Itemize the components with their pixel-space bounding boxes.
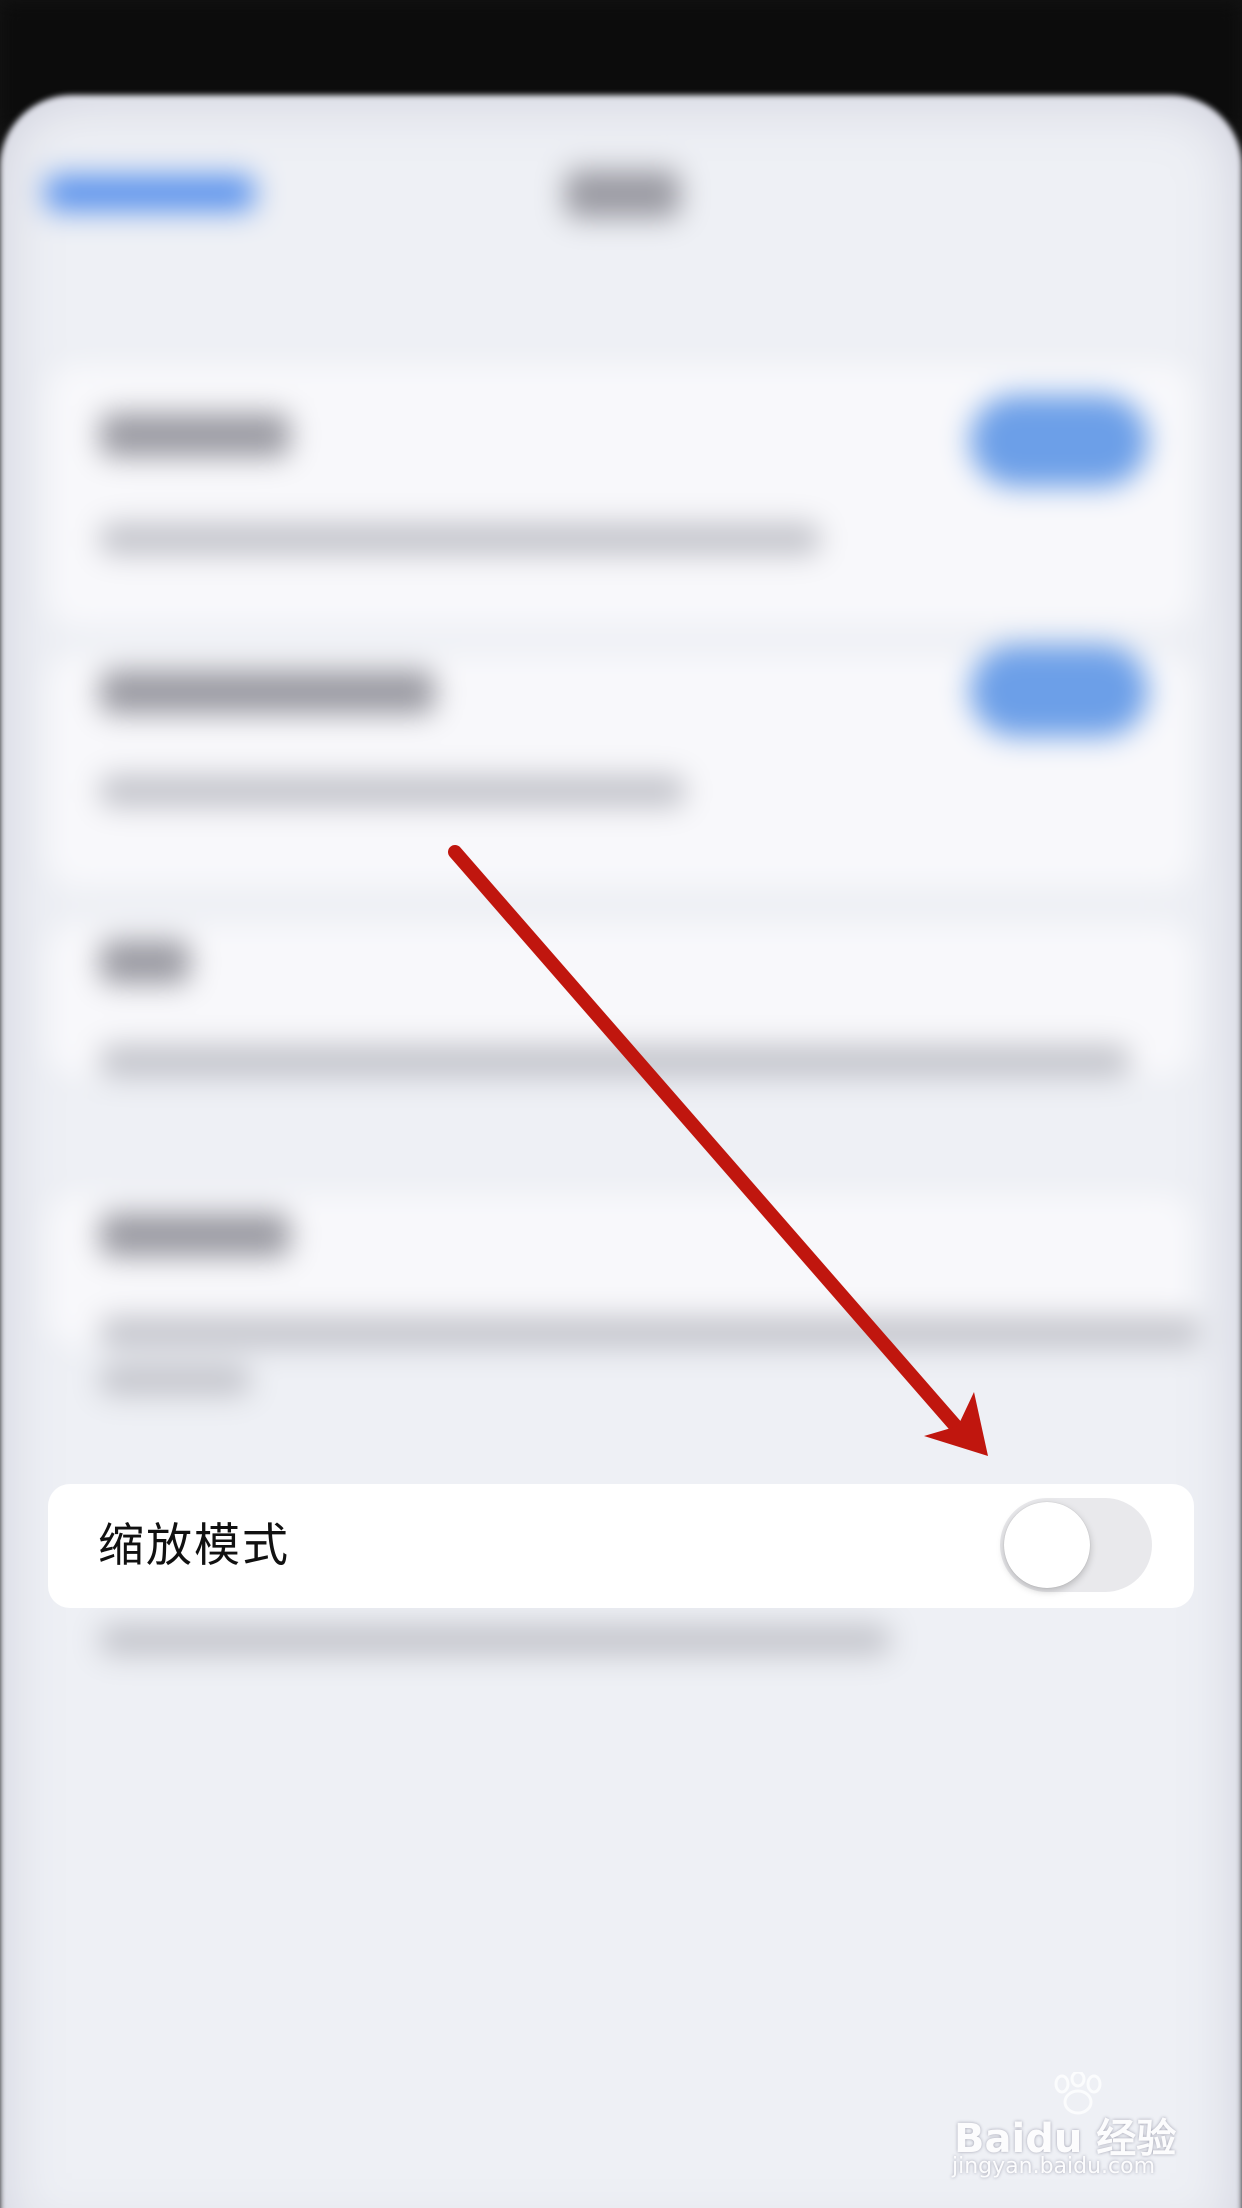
blurred-setting-desc-2	[100, 775, 685, 807]
zoom-mode-label: 缩放模式	[98, 1518, 290, 1572]
blurred-setting-title-3	[100, 940, 190, 984]
blurred-setting-title-4	[100, 1213, 290, 1257]
blurred-toggle-on-2	[970, 645, 1148, 737]
blurred-setting-desc-1	[100, 523, 820, 555]
zoom-mode-row: 缩放模式	[48, 1484, 1194, 1608]
toggle-knob	[1004, 1502, 1090, 1588]
blurred-back-button	[45, 175, 255, 211]
blurred-nav-title	[565, 170, 680, 218]
zoom-mode-toggle[interactable]	[1000, 1498, 1152, 1592]
blurred-setting-desc-4a	[100, 1317, 1200, 1347]
blurred-toggle-on-1	[970, 395, 1148, 487]
blurred-setting-desc-4b	[100, 1365, 250, 1395]
blurred-setting-title-2	[100, 670, 435, 714]
blurred-setting-title-1	[100, 413, 290, 457]
blurred-setting-desc-3	[100, 1045, 1130, 1077]
blurred-settings-page	[0, 95, 1242, 2208]
watermark-url: jingyan.baidu.com	[952, 2154, 1156, 2179]
watermark-logo: Baidu 经验 jingyan.baidu.com	[948, 2072, 1188, 2179]
blurred-footnote	[100, 1625, 890, 1655]
